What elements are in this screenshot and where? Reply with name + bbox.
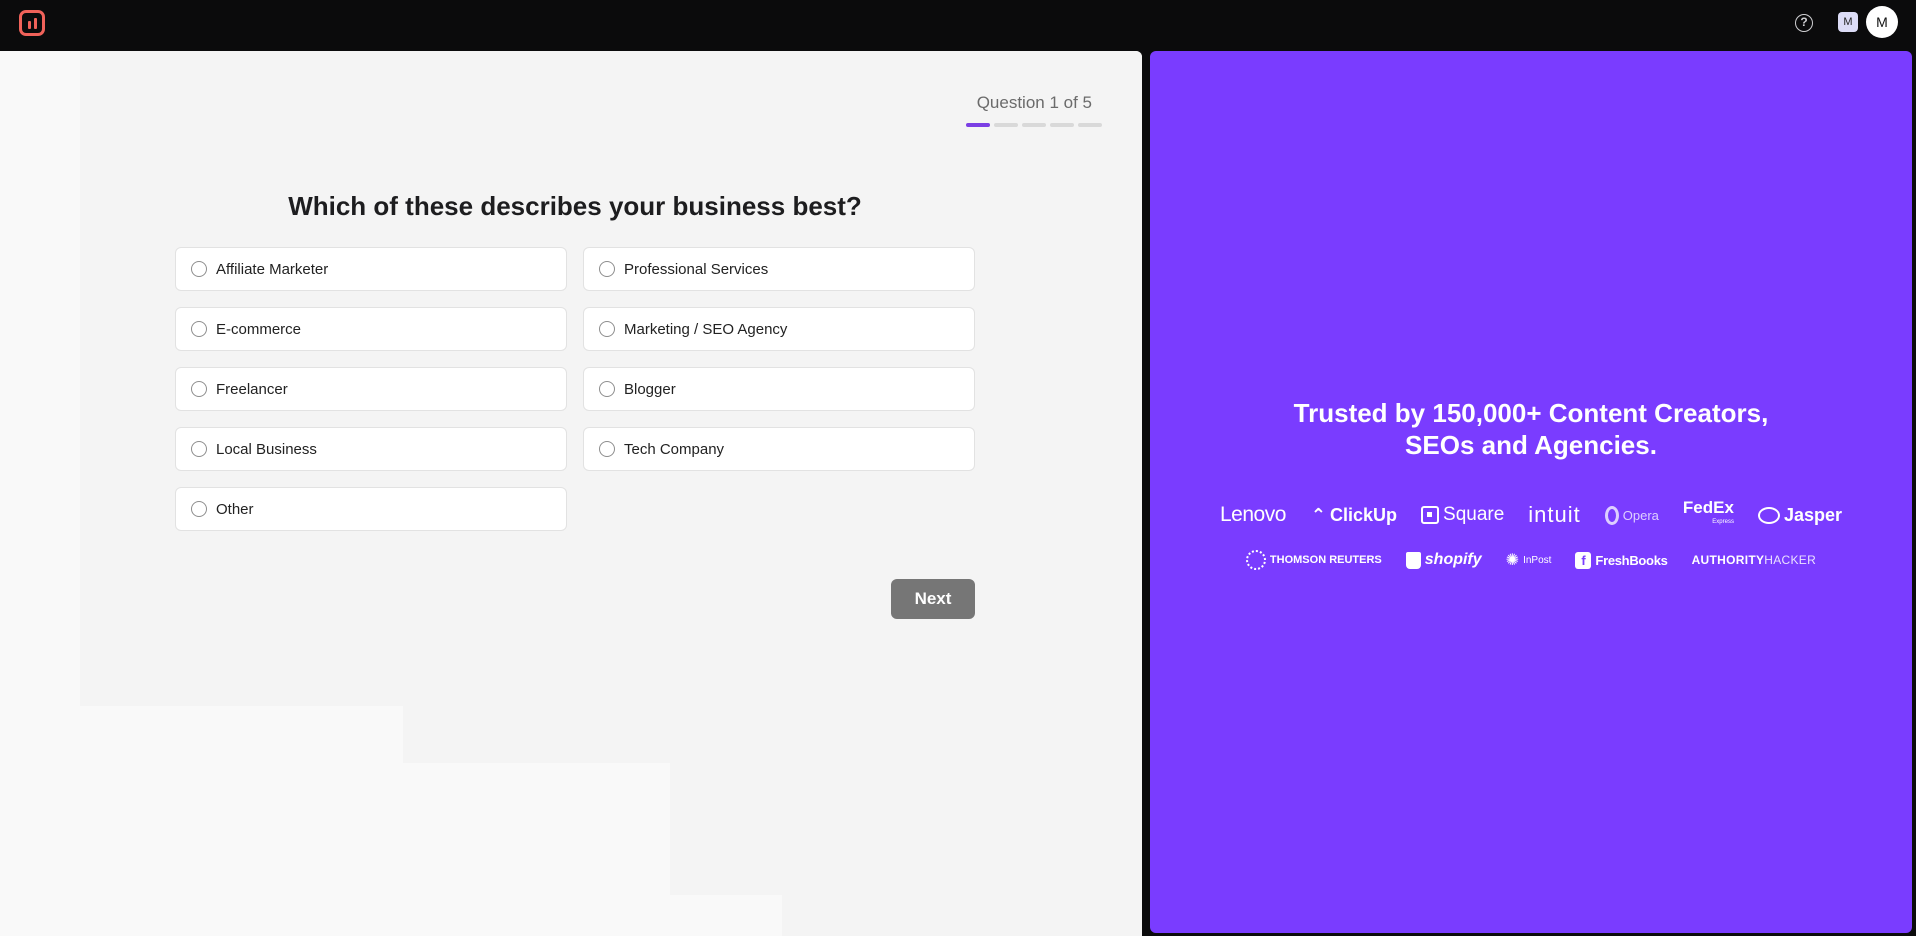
option-label: Freelancer — [216, 380, 288, 398]
logo-intuit: intuit — [1528, 502, 1581, 527]
logo-fedex: FedEx Express — [1682, 498, 1734, 525]
logo-shopify: shopify — [1405, 551, 1482, 569]
customer-logos-row-2: THOMSON REUTERS shopify ✺ InPost f FreshBo… — [1150, 550, 1912, 570]
progress-step-4 — [1050, 123, 1074, 127]
option-blogger[interactable]: Blogger — [583, 367, 975, 411]
options-grid: Affiliate Marketer Professional Services… — [175, 247, 975, 531]
question-counter: Question 1 of 5 — [976, 93, 1092, 112]
logo-clickup: ⌃ ClickUp — [1310, 504, 1398, 525]
option-professional-services[interactable]: Professional Services — [583, 247, 975, 291]
option-marketing-seo-agency[interactable]: Marketing / SEO Agency — [583, 307, 975, 351]
option-label: Other — [216, 500, 254, 518]
progress-step-2 — [994, 123, 1018, 127]
radio-icon[interactable] — [191, 261, 207, 277]
question-title: Which of these describes your business b… — [288, 191, 862, 221]
option-label: Blogger — [624, 380, 676, 398]
inpost-burst-icon: ✺ — [1505, 552, 1520, 569]
opera-o-icon — [1604, 505, 1619, 525]
progress-step-3 — [1022, 123, 1046, 127]
option-label: Affiliate Marketer — [216, 260, 329, 278]
radio-icon[interactable] — [191, 321, 207, 337]
radio-icon[interactable] — [599, 441, 615, 457]
reuters-dots-icon — [1245, 550, 1266, 570]
logo-freshbooks: f FreshBooks — [1575, 551, 1668, 569]
quiz-panel: Question 1 of 5 Which of these describes… — [0, 51, 1142, 936]
jasper-cloud-icon — [1757, 506, 1780, 524]
freshbooks-f-icon: f — [1575, 551, 1592, 569]
top-bar: ? M M — [0, 0, 1916, 51]
customer-logos-row-1: Lenovo ⌃ ClickUp Square intuit Opera FedE… — [1150, 498, 1912, 529]
progress-steps — [966, 123, 1102, 127]
progress-step-1 — [966, 123, 990, 127]
logo-inpost: ✺ InPost — [1505, 552, 1552, 569]
option-e-commerce[interactable]: E-commerce — [175, 307, 567, 351]
option-affiliate-marketer[interactable]: Affiliate Marketer — [175, 247, 567, 291]
clickup-chevron-icon: ⌃ — [1310, 504, 1326, 525]
option-label: Local Business — [216, 440, 317, 458]
help-icon[interactable]: ? — [1795, 14, 1813, 32]
radio-icon[interactable] — [191, 441, 207, 457]
logo-square: Square — [1421, 504, 1504, 526]
option-local-business[interactable]: Local Business — [175, 427, 567, 471]
next-button[interactable]: Next — [891, 579, 975, 619]
option-label: Tech Company — [624, 440, 725, 458]
progress-step-5 — [1078, 123, 1102, 127]
promo-headline: Trusted by 150,000+ Content Creators, SE… — [1150, 397, 1912, 461]
app-logo-icon[interactable] — [19, 10, 45, 36]
option-other[interactable]: Other — [175, 487, 567, 531]
radio-icon[interactable] — [599, 381, 615, 397]
radio-icon[interactable] — [599, 321, 615, 337]
option-tech-company[interactable]: Tech Company — [583, 427, 975, 471]
radio-icon[interactable] — [191, 381, 207, 397]
logo-opera: Opera — [1604, 505, 1659, 525]
promo-headline-line2: SEOs and Agencies. — [1405, 430, 1657, 460]
option-label: Marketing / SEO Agency — [624, 320, 788, 338]
option-label: E-commerce — [216, 320, 302, 338]
promo-headline-line1: Trusted by 150,000+ Content Creators, — [1293, 398, 1769, 428]
radio-icon[interactable] — [191, 501, 207, 517]
logo-authority-hacker: AUTHORITY HACKER — [1691, 553, 1817, 567]
shopify-bag-icon — [1405, 551, 1421, 569]
radio-icon[interactable] — [599, 261, 615, 277]
workspace-badge[interactable]: M — [1838, 12, 1858, 32]
square-logo-icon — [1421, 506, 1440, 524]
option-freelancer[interactable]: Freelancer — [175, 367, 567, 411]
logo-lenovo: Lenovo — [1219, 503, 1286, 526]
option-label: Professional Services — [624, 260, 769, 278]
logo-thomson-reuters: THOMSON REUTERS — [1245, 550, 1382, 570]
logo-jasper: Jasper — [1757, 505, 1842, 526]
user-avatar[interactable]: M — [1866, 6, 1898, 38]
promo-panel: Trusted by 150,000+ Content Creators, SE… — [1150, 51, 1912, 933]
